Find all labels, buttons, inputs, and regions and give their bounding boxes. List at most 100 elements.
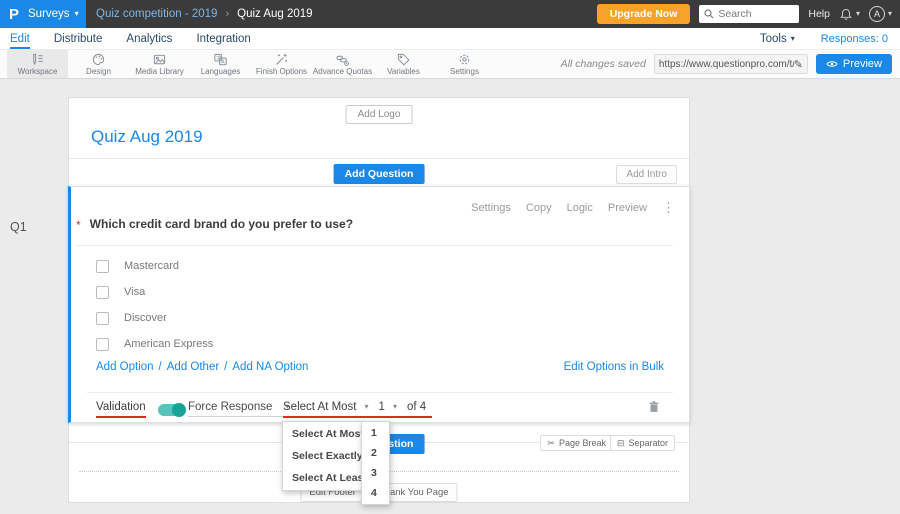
toolbar-item-advance-quotas[interactable]: Advance Quotas xyxy=(312,50,373,78)
tab-edit[interactable]: Edit xyxy=(10,28,30,49)
option-row[interactable]: American Express xyxy=(96,331,213,357)
toolbar-item-label: Finish Options xyxy=(255,67,308,76)
navbar-right-group: Tools ▾ Responses: 0 xyxy=(760,33,900,45)
toggle-knob xyxy=(172,403,186,417)
count-selected-value: 1 xyxy=(378,401,385,413)
edit-url-pencil-icon[interactable]: ✎ xyxy=(794,58,803,71)
rule-dropdown[interactable]: Select At Most ▾ xyxy=(283,401,369,413)
checkbox-icon[interactable] xyxy=(96,259,109,273)
question-settings-link[interactable]: Settings xyxy=(471,202,511,214)
search-box[interactable] xyxy=(699,5,800,23)
menu-item-count-1[interactable]: 1 xyxy=(362,423,389,443)
account-menu[interactable]: A ▾ xyxy=(868,6,892,22)
add-logo-button[interactable]: Add Logo xyxy=(345,105,413,124)
option-row[interactable]: Discover xyxy=(96,305,213,331)
menu-item-count-3[interactable]: 3 xyxy=(362,463,389,483)
breadcrumb-separator-icon: › xyxy=(225,8,230,20)
tab-distribute[interactable]: Distribute xyxy=(54,28,103,49)
menu-item-count-4[interactable]: 4 xyxy=(362,483,389,503)
variables-tag-icon xyxy=(397,53,410,66)
option-label[interactable]: Visa xyxy=(124,286,145,298)
count-dropdown[interactable]: 1 ▾ xyxy=(379,401,397,413)
tab-analytics[interactable]: Analytics xyxy=(126,28,172,49)
save-status-text: All changes saved xyxy=(560,58,646,70)
add-option-link[interactable]: Add Option xyxy=(96,361,154,373)
responses-count[interactable]: Responses: 0 xyxy=(821,33,888,45)
option-label[interactable]: Mastercard xyxy=(124,260,179,272)
checkbox-icon[interactable] xyxy=(96,285,109,299)
toolbar-item-media-library[interactable]: Media Library xyxy=(129,50,190,78)
toolbar-item-label: Media Library xyxy=(135,67,184,76)
tools-label: Tools xyxy=(759,32,787,45)
finish-options-wand-icon xyxy=(276,53,288,65)
add-question-button-top[interactable]: Add Question xyxy=(333,164,425,184)
help-link[interactable]: Help xyxy=(808,8,830,20)
topbar-right-group: Upgrade Now Help ▾ A ▾ xyxy=(596,4,900,24)
toolbar-item-variables[interactable]: Variables xyxy=(373,50,434,78)
survey-url-input[interactable] xyxy=(658,58,794,70)
toolbar-item-workspace[interactable]: Workspace xyxy=(7,50,68,78)
add-other-link[interactable]: Add Other xyxy=(167,361,219,373)
survey-nav-bar: Edit Distribute Analytics Integration To… xyxy=(0,28,900,50)
chevron-down-icon: ▾ xyxy=(392,402,397,411)
chevron-down-icon: ▾ xyxy=(790,33,795,43)
survey-url-box[interactable]: ✎ xyxy=(653,54,808,74)
surveys-product-menu[interactable]: Surveys ▾ xyxy=(28,8,79,20)
tab-integration[interactable]: Integration xyxy=(196,28,250,49)
question-text-row: * Which credit card brand do you prefer … xyxy=(76,217,673,246)
add-intro-button[interactable]: Add Intro xyxy=(616,165,677,184)
menu-item-select-at-least[interactable]: Select At Least xyxy=(283,467,367,489)
question-card: Settings Copy Logic Preview ⋮ * Which cr… xyxy=(68,186,690,423)
notifications-menu[interactable]: ▾ xyxy=(839,7,860,22)
survey-title[interactable]: Quiz Aug 2019 xyxy=(91,127,203,147)
edit-options-in-bulk-link[interactable]: Edit Options in Bulk xyxy=(564,361,664,373)
add-na-option-link[interactable]: Add NA Option xyxy=(232,361,308,373)
question-preview-link[interactable]: Preview xyxy=(608,202,647,214)
title-divider xyxy=(69,158,689,159)
toolbar-item-label: Workspace xyxy=(17,67,58,76)
chevron-down-icon: ▾ xyxy=(855,9,860,18)
question-text[interactable]: Which credit card brand do you prefer to… xyxy=(90,217,353,232)
preview-button[interactable]: Preview xyxy=(815,54,892,74)
toolbar-item-finish-options[interactable]: Finish Options xyxy=(251,50,312,78)
validation-toggle[interactable] xyxy=(158,403,186,417)
checkbox-icon[interactable] xyxy=(96,311,109,325)
of-total-label: of 4 xyxy=(406,401,427,413)
option-row[interactable]: Visa xyxy=(96,279,213,305)
validation-label: Validation xyxy=(96,401,146,418)
checkbox-icon[interactable] xyxy=(96,337,109,351)
upgrade-now-button[interactable]: Upgrade Now xyxy=(596,4,691,24)
delete-question-button[interactable] xyxy=(647,400,661,419)
toolbar-item-label: Advance Quotas xyxy=(312,67,373,76)
validation-row: Validation Force Response ▾ Select At Mo… xyxy=(96,398,664,422)
toolbar-item-label: Languages xyxy=(200,67,241,76)
toolbar-item-label: Settings xyxy=(450,67,479,76)
toolbar-item-settings[interactable]: Settings xyxy=(434,50,495,78)
menu-item-count-2[interactable]: 2 xyxy=(362,443,389,463)
page-break-button[interactable]: ✂ Page Break xyxy=(540,435,613,451)
breadcrumb-folder-link[interactable]: Quiz competition - 2019 xyxy=(96,8,217,20)
required-asterisk: * xyxy=(76,218,81,232)
separator-button[interactable]: ⊟ Separator xyxy=(609,435,675,451)
advance-quotas-icon xyxy=(336,55,349,66)
chevron-down-icon: ▾ xyxy=(887,9,892,18)
toolbar-item-design[interactable]: Design xyxy=(68,50,129,78)
logo-area[interactable]: P Surveys ▾ xyxy=(0,0,86,28)
menu-item-select-exactly[interactable]: Select Exactly xyxy=(283,445,363,467)
question-copy-link[interactable]: Copy xyxy=(526,202,552,214)
menu-item-select-at-most[interactable]: Select At Most xyxy=(283,423,364,445)
tools-menu[interactable]: Tools ▾ xyxy=(760,33,795,45)
search-input[interactable] xyxy=(718,8,789,20)
option-row[interactable]: Mastercard xyxy=(96,253,213,279)
toolbar-item-languages[interactable]: 文A Languages xyxy=(190,50,251,78)
option-label[interactable]: American Express xyxy=(124,338,213,350)
question-number-label: Q1 xyxy=(10,220,27,234)
toolbar-item-label: Variables xyxy=(387,67,420,76)
force-response-dropdown[interactable]: Force Response ▾ xyxy=(188,401,290,417)
breadcrumb-current-survey: Quiz Aug 2019 xyxy=(237,8,313,20)
option-label[interactable]: Discover xyxy=(124,312,167,324)
trash-icon xyxy=(649,401,659,412)
question-logic-link[interactable]: Logic xyxy=(567,202,593,214)
question-more-menu-icon[interactable]: ⋮ xyxy=(662,200,675,216)
svg-text:A: A xyxy=(221,60,225,66)
